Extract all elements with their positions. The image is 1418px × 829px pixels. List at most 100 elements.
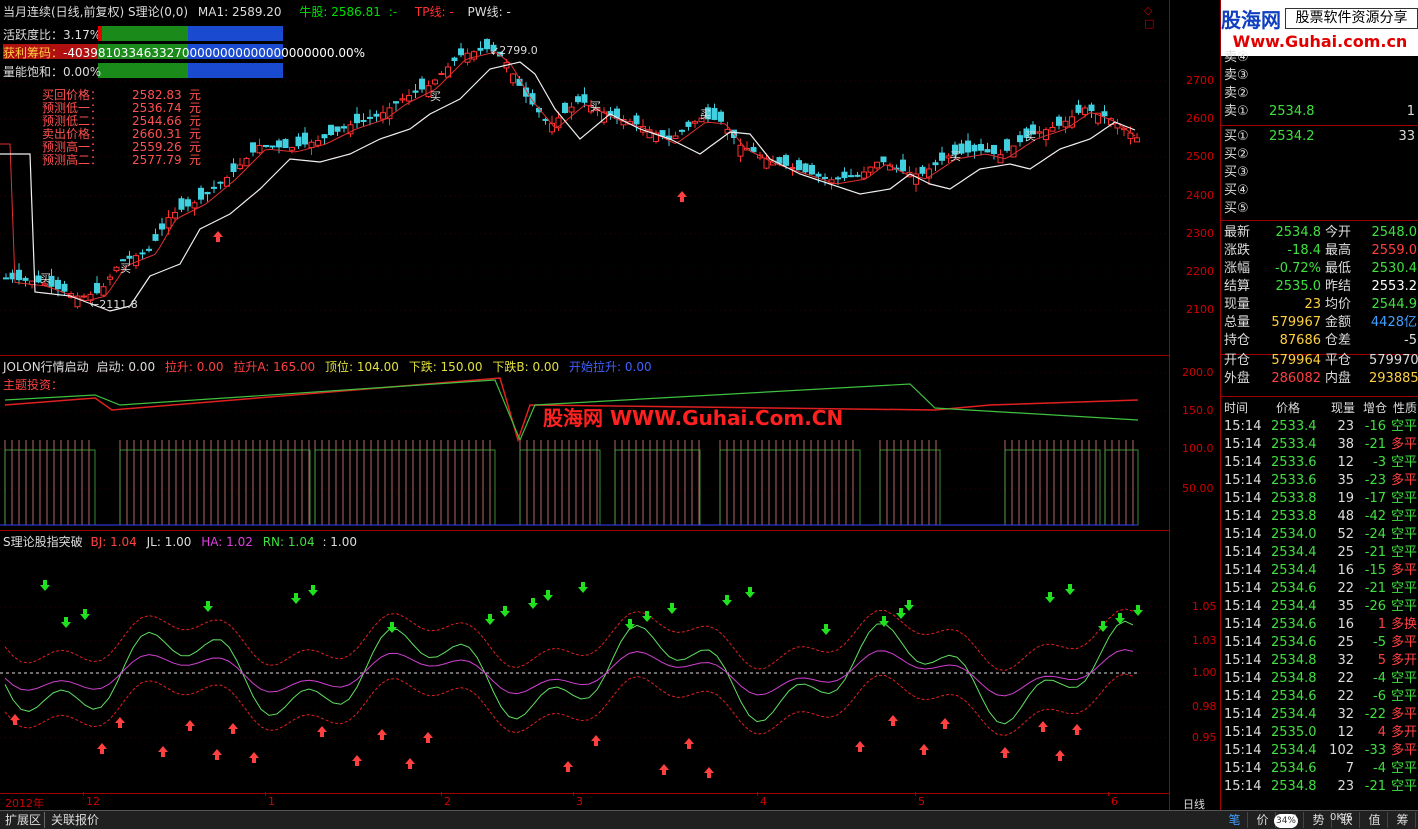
- quote-tab[interactable]: 势: [1306, 812, 1332, 828]
- panel2-header: JOLON行情启动 启动: 0.00 拉升: 0.00 拉升A: 165.00 …: [3, 360, 652, 374]
- tick-row: 15:14 2534.4 25 -21 空平: [1221, 544, 1418, 562]
- stat-label: 内盘: [1325, 371, 1352, 386]
- tick-type: 多平: [1391, 437, 1418, 452]
- chart-area[interactable]: 当月连续(日线,前复权) S理论(0,0) MA1: 2589.20 牛股: 2…: [0, 0, 1170, 810]
- buy-marker: 买: [430, 90, 441, 103]
- y-axis-label: 2700: [1186, 74, 1214, 87]
- tick-type: 空平: [1391, 419, 1418, 434]
- tick-header: 时间 价格 现量 增仓 性质: [1221, 399, 1418, 417]
- panel3-title: S理论股指突破: [3, 535, 83, 549]
- expand-area-button[interactable]: 扩展区: [2, 812, 46, 828]
- tick-change: -21: [1364, 779, 1386, 794]
- buy-label: 买①: [1224, 129, 1249, 144]
- tick-time: 15:14: [1224, 635, 1262, 650]
- quote-tabs: 笔价细势联值筹34%0K/S: [1222, 812, 1418, 828]
- stat-value: 2534.8: [1275, 225, 1322, 240]
- tick-volume: 35: [1337, 599, 1354, 614]
- tick-volume: 22: [1337, 671, 1354, 686]
- tick-volume: 25: [1337, 635, 1354, 650]
- buy-row: 买① 2534.2 33: [1221, 128, 1418, 146]
- stat-label: 涨幅: [1224, 261, 1251, 276]
- buy-marker: 买: [40, 272, 51, 285]
- tick-type: 多开: [1391, 653, 1418, 668]
- stat-value: 579964: [1271, 353, 1321, 368]
- tick-price: 2533.8: [1271, 491, 1317, 506]
- sell-row: 卖②: [1221, 85, 1418, 103]
- quote-panel: 股海网 股票软件资源分享 Www.Guhai.com.cn 卖④ 卖③ 卖② 卖① 25…: [1220, 0, 1418, 810]
- tick-change: -33: [1364, 743, 1386, 758]
- tick-change: -26: [1364, 599, 1386, 614]
- panel3-y-label: 0.95: [1192, 731, 1217, 744]
- stat-value: 2530.4: [1371, 261, 1418, 276]
- panel2-y-label: 200.0: [1182, 366, 1214, 379]
- quote-tab[interactable]: 值: [1362, 812, 1388, 828]
- stat-label: 外盘: [1224, 371, 1251, 386]
- stat-row: 涨幅 -0.72% 最低 2530.4: [1221, 260, 1418, 278]
- x-tick: [265, 792, 266, 796]
- panel2-y-label: 150.0: [1182, 404, 1214, 417]
- tick-row: 15:14 2533.6 35 -23 多平: [1221, 472, 1418, 490]
- buy-label: 买④: [1224, 183, 1249, 198]
- x-axis-label: 2: [444, 795, 451, 808]
- tick-volume: 102: [1329, 743, 1354, 758]
- tick-type: 空平: [1391, 599, 1418, 614]
- tick-volume: 7: [1345, 761, 1354, 776]
- tick-type: 多平: [1391, 635, 1418, 650]
- quote-tab[interactable]: 价: [1250, 812, 1276, 828]
- tick-change: 4: [1377, 725, 1386, 740]
- tick-price: 2534.0: [1271, 527, 1317, 542]
- tick-price: 2533.6: [1271, 473, 1317, 488]
- stat-label: 总量: [1224, 315, 1251, 330]
- panel2-title: JOLON行情启动: [3, 360, 89, 374]
- speed-label: 0K/S: [1330, 812, 1353, 823]
- panel2-y-label: 100.0: [1182, 442, 1214, 455]
- buy-label: 买②: [1224, 147, 1249, 162]
- y-axis-label: 2200: [1186, 265, 1214, 278]
- tick-price: 2534.8: [1271, 779, 1317, 794]
- tick-time: 15:14: [1224, 617, 1262, 632]
- tick-price: 2535.0: [1271, 725, 1317, 740]
- stat-label: 今开: [1325, 225, 1352, 240]
- x-axis: 2012年 12 1 2 3 4 5 6: [0, 792, 1170, 810]
- quote-tab[interactable]: 笔: [1222, 812, 1248, 828]
- stat-row: 最新 2534.8 今开 2548.0: [1221, 224, 1418, 242]
- watermark: 股海网 WWW.Guhai.Com.CN: [543, 406, 844, 430]
- tick-volume: 22: [1337, 581, 1354, 596]
- stat-row: 总量 579967 金额 4428亿: [1221, 314, 1418, 332]
- tick-change: 5: [1377, 653, 1386, 668]
- tick-time: 15:14: [1224, 743, 1262, 758]
- high-label: ↙2799.0: [490, 44, 538, 57]
- stat-label: 现量: [1224, 297, 1251, 312]
- stat-label: 昨结: [1325, 279, 1352, 294]
- tick-row: 15:14 2534.4 32 -22 多平: [1221, 706, 1418, 724]
- tick-volume: 32: [1337, 653, 1354, 668]
- y-axis-label: 2600: [1186, 112, 1214, 125]
- tick-type: 空平: [1391, 509, 1418, 524]
- stat-label: 开仓: [1224, 353, 1251, 368]
- tick-time: 15:14: [1224, 545, 1262, 560]
- tick-row: 15:14 2533.8 48 -42 空平: [1221, 508, 1418, 526]
- related-quote-button[interactable]: 关联报价: [48, 812, 102, 828]
- tick-row: 15:14 2534.6 16 1 多换: [1221, 616, 1418, 634]
- tick-volume: 19: [1337, 491, 1354, 506]
- x-tick: [573, 792, 574, 796]
- stat-row: 现量 23 均价 2544.9: [1221, 296, 1418, 314]
- tick-time: 15:14: [1224, 779, 1262, 794]
- tick-change: -42: [1364, 509, 1386, 524]
- buy-marker: 买: [1025, 130, 1036, 143]
- x-axis-label: 12: [86, 795, 100, 808]
- price-axis: 2700 2600 2500 2400 2300 2200 2100 200.0 150.0 10…: [1170, 0, 1220, 811]
- stat-value: 23: [1304, 297, 1321, 312]
- tick-change: -6: [1373, 689, 1386, 704]
- stat-value: 579967: [1271, 315, 1321, 330]
- progress-badge: 34%: [1274, 814, 1298, 828]
- tick-row: 15:14 2534.6 7 -4 空平: [1221, 760, 1418, 778]
- quote-tab[interactable]: 筹: [1390, 812, 1416, 828]
- stat-label: 结算: [1224, 279, 1251, 294]
- tick-time: 15:14: [1224, 707, 1262, 722]
- tick-time: 15:14: [1224, 725, 1262, 740]
- tick-change: -17: [1364, 491, 1386, 506]
- tick-time: 15:14: [1224, 419, 1262, 434]
- tick-change: -15: [1364, 563, 1386, 578]
- tick-type: 空平: [1391, 455, 1418, 470]
